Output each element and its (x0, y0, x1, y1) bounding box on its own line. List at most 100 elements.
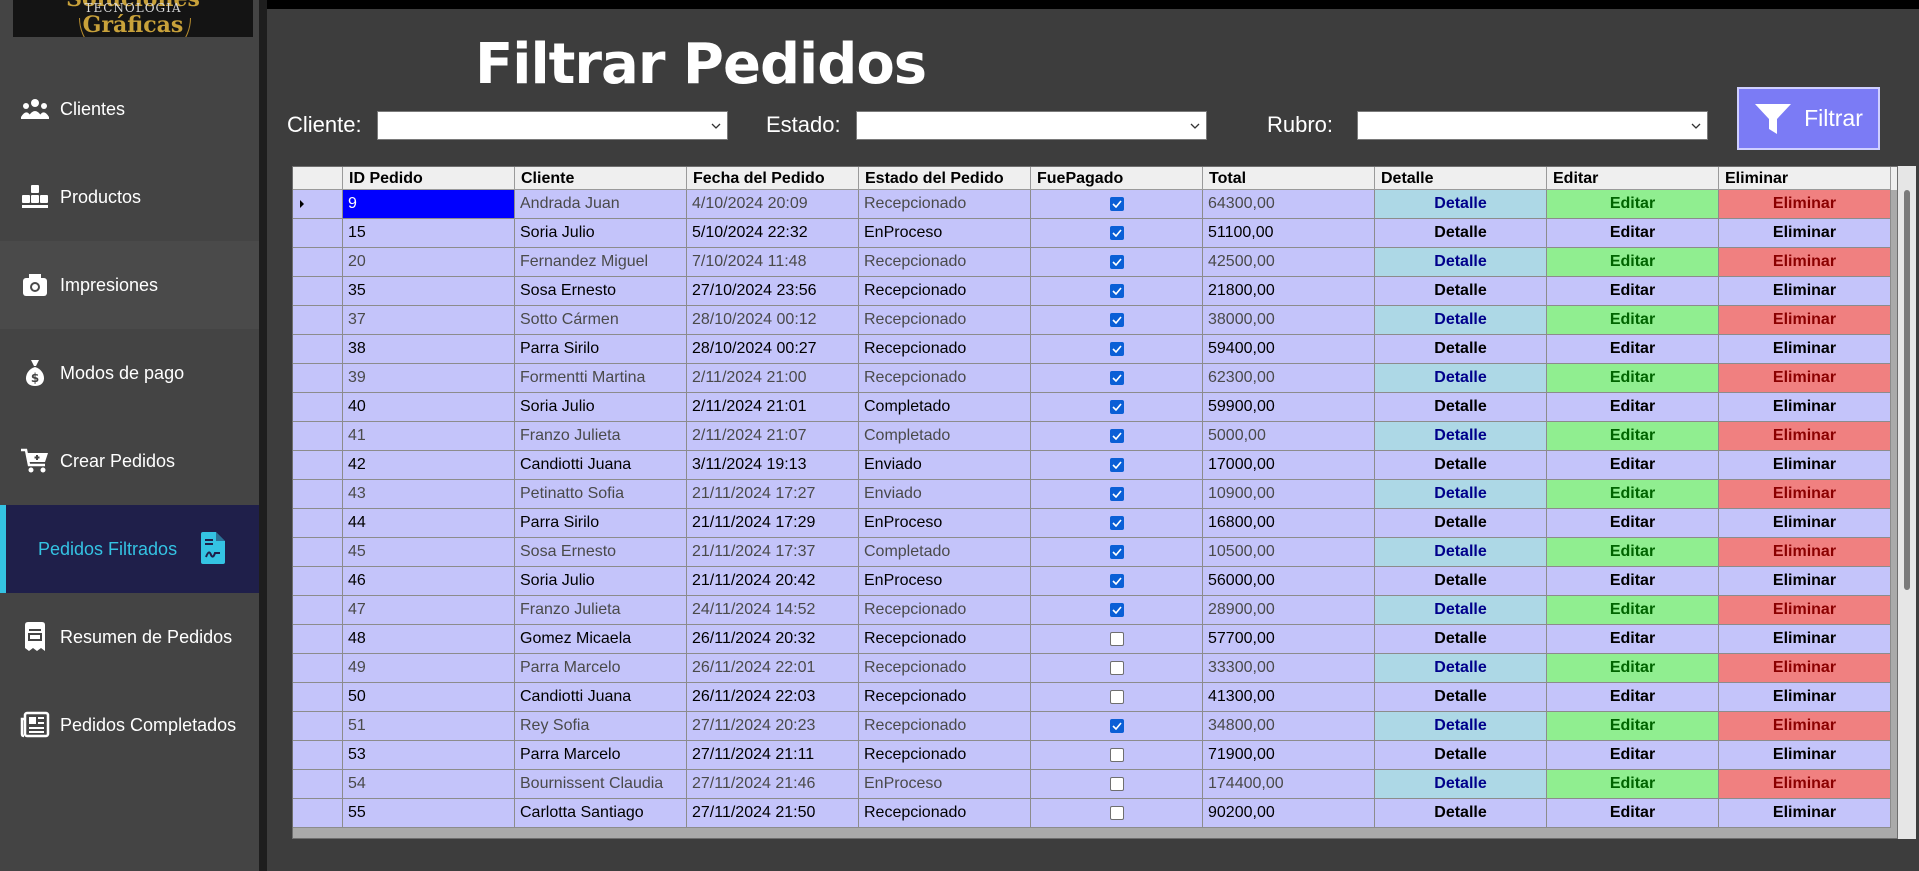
checked-checkbox-icon[interactable] (1109, 516, 1124, 530)
editar-button[interactable]: Editar (1547, 190, 1719, 219)
editar-button[interactable]: Editar (1547, 306, 1719, 335)
cell-total[interactable]: 10500,00 (1203, 538, 1375, 567)
cell-id-pedido[interactable]: 42 (343, 451, 515, 480)
cell-id-pedido[interactable]: 54 (343, 770, 515, 799)
row-header[interactable] (293, 335, 343, 364)
cell-fecha-pedido[interactable]: 26/11/2024 20:32 (687, 625, 859, 654)
cell-total[interactable]: 174400,00 (1203, 770, 1375, 799)
row-header[interactable] (293, 277, 343, 306)
chevron-down-icon[interactable] (1691, 119, 1701, 137)
cell-cliente[interactable]: Formentti Martina (515, 364, 687, 393)
cell-fue-pagado[interactable] (1031, 712, 1203, 741)
cell-fue-pagado[interactable] (1031, 364, 1203, 393)
cell-fue-pagado[interactable] (1031, 335, 1203, 364)
cell-id-pedido[interactable]: 47 (343, 596, 515, 625)
table-row[interactable]: 9 Andrada Juan 4/10/2024 20:09 Recepcionado… (293, 190, 1897, 219)
editar-button[interactable]: Editar (1547, 422, 1719, 451)
cell-total[interactable]: 16800,00 (1203, 509, 1375, 538)
cell-id-pedido[interactable]: 39 (343, 364, 515, 393)
cell-estado-pedido[interactable]: Recepcionado (859, 596, 1031, 625)
detalle-button[interactable]: Detalle (1375, 480, 1547, 509)
cell-fecha-pedido[interactable]: 27/11/2024 20:23 (687, 712, 859, 741)
cell-fecha-pedido[interactable]: 28/10/2024 00:12 (687, 306, 859, 335)
editar-button[interactable]: Editar (1547, 277, 1719, 306)
eliminar-button[interactable]: Eliminar (1719, 596, 1891, 625)
table-row[interactable]: 48 Gomez Micaela 26/11/2024 20:32 Recepcion… (293, 625, 1897, 654)
cell-cliente[interactable]: Rey Sofia (515, 712, 687, 741)
cell-id-pedido[interactable]: 43 (343, 480, 515, 509)
cell-fecha-pedido[interactable]: 5/10/2024 22:32 (687, 219, 859, 248)
cell-id-pedido[interactable]: 40 (343, 393, 515, 422)
column-header-detalle[interactable]: Detalle (1375, 167, 1547, 190)
detalle-button[interactable]: Detalle (1375, 248, 1547, 277)
eliminar-button[interactable]: Eliminar (1719, 538, 1891, 567)
cell-total[interactable]: 59400,00 (1203, 335, 1375, 364)
row-header[interactable] (293, 480, 343, 509)
cell-estado-pedido[interactable]: Recepcionado (859, 335, 1031, 364)
row-header[interactable] (293, 509, 343, 538)
table-row[interactable]: 15 Soria Julio 5/10/2024 22:32 EnProceso 511… (293, 219, 1897, 248)
table-row[interactable]: 40 Soria Julio 2/11/2024 21:01 Completado 59… (293, 393, 1897, 422)
cell-fue-pagado[interactable] (1031, 654, 1203, 683)
detalle-button[interactable]: Detalle (1375, 538, 1547, 567)
sidebar-item-resumen-de-pedidos[interactable]: Resumen de Pedidos (0, 593, 259, 681)
unchecked-checkbox-icon[interactable] (1109, 748, 1124, 762)
cell-total[interactable]: 10900,00 (1203, 480, 1375, 509)
cell-estado-pedido[interactable]: EnProceso (859, 509, 1031, 538)
sidebar-item-productos[interactable]: Productos (0, 153, 259, 241)
detalle-button[interactable]: Detalle (1375, 364, 1547, 393)
table-row[interactable]: 41 Franzo Julieta 2/11/2024 21:07 Completad… (293, 422, 1897, 451)
row-header[interactable] (293, 625, 343, 654)
eliminar-button[interactable]: Eliminar (1719, 306, 1891, 335)
cell-id-pedido[interactable]: 38 (343, 335, 515, 364)
detalle-button[interactable]: Detalle (1375, 799, 1547, 828)
editar-button[interactable]: Editar (1547, 248, 1719, 277)
cell-fecha-pedido[interactable]: 27/11/2024 21:11 (687, 741, 859, 770)
cell-id-pedido[interactable]: 46 (343, 567, 515, 596)
detalle-button[interactable]: Detalle (1375, 451, 1547, 480)
row-header[interactable] (293, 538, 343, 567)
cell-fue-pagado[interactable] (1031, 625, 1203, 654)
unchecked-checkbox-icon[interactable] (1109, 777, 1124, 791)
cell-total[interactable]: 59900,00 (1203, 393, 1375, 422)
detalle-button[interactable]: Detalle (1375, 741, 1547, 770)
cell-cliente[interactable]: Soria Julio (515, 393, 687, 422)
unchecked-checkbox-icon[interactable] (1109, 661, 1124, 675)
checked-checkbox-icon[interactable] (1109, 545, 1124, 559)
cell-estado-pedido[interactable]: Enviado (859, 451, 1031, 480)
cell-cliente[interactable]: Parra Sirilo (515, 335, 687, 364)
cell-id-pedido[interactable]: 41 (343, 422, 515, 451)
eliminar-button[interactable]: Eliminar (1719, 364, 1891, 393)
cell-fue-pagado[interactable] (1031, 277, 1203, 306)
cell-estado-pedido[interactable]: EnProceso (859, 770, 1031, 799)
table-row[interactable]: 49 Parra Marcelo 26/11/2024 22:01 Recepcion… (293, 654, 1897, 683)
cell-total[interactable]: 42500,00 (1203, 248, 1375, 277)
detalle-button[interactable]: Detalle (1375, 596, 1547, 625)
cell-id-pedido[interactable]: 45 (343, 538, 515, 567)
detalle-button[interactable]: Detalle (1375, 335, 1547, 364)
cell-total[interactable]: 62300,00 (1203, 364, 1375, 393)
table-row[interactable]: 53 Parra Marcelo 27/11/2024 21:11 Recepcion… (293, 741, 1897, 770)
eliminar-button[interactable]: Eliminar (1719, 335, 1891, 364)
cell-total[interactable]: 64300,00 (1203, 190, 1375, 219)
row-header[interactable] (293, 712, 343, 741)
cell-fecha-pedido[interactable]: 27/11/2024 21:46 (687, 770, 859, 799)
row-header[interactable] (293, 451, 343, 480)
table-row[interactable]: 54 Bournissent Claudia 27/11/2024 21:46 EnP… (293, 770, 1897, 799)
checked-checkbox-icon[interactable] (1109, 197, 1124, 211)
editar-button[interactable]: Editar (1547, 683, 1719, 712)
editar-button[interactable]: Editar (1547, 712, 1719, 741)
cell-cliente[interactable]: Petinatto Sofia (515, 480, 687, 509)
table-row[interactable]: 20 Fernandez Miguel 7/10/2024 11:48 Recepci… (293, 248, 1897, 277)
cell-fecha-pedido[interactable]: 2/11/2024 21:00 (687, 364, 859, 393)
cell-cliente[interactable]: Sotto Cármen (515, 306, 687, 335)
detalle-button[interactable]: Detalle (1375, 770, 1547, 799)
cell-fue-pagado[interactable] (1031, 219, 1203, 248)
editar-button[interactable]: Editar (1547, 480, 1719, 509)
estado-select[interactable] (856, 111, 1207, 140)
row-header[interactable] (293, 364, 343, 393)
cell-id-pedido[interactable]: 9 (343, 190, 515, 219)
column-header-eliminar[interactable]: Eliminar (1719, 167, 1891, 190)
cell-total[interactable]: 56000,00 (1203, 567, 1375, 596)
cell-estado-pedido[interactable]: Completado (859, 393, 1031, 422)
